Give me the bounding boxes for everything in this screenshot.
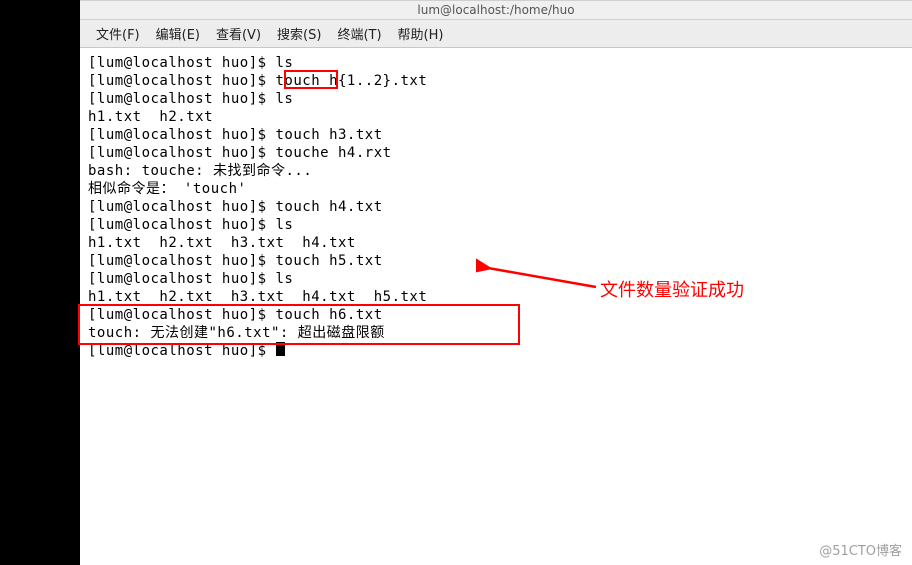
terminal-body[interactable]: [lum@localhost huo]$ ls [lum@localhost h… xyxy=(80,48,912,565)
terminal-line: [lum@localhost huo]$ touch h3.txt xyxy=(88,126,912,144)
menu-help[interactable]: 帮助(H) xyxy=(390,24,452,43)
terminal-line: [lum@localhost huo]$ touch h6.txt xyxy=(88,306,912,324)
terminal-line: touch: 无法创建"h6.txt": 超出磁盘限额 xyxy=(88,324,912,342)
window-title: lum@localhost:/home/huo xyxy=(417,3,574,17)
terminal-line: [lum@localhost huo]$ touch h4.txt xyxy=(88,198,912,216)
terminal-line: [lum@localhost huo]$ ls xyxy=(88,216,912,234)
menu-search[interactable]: 搜索(S) xyxy=(269,24,329,43)
prompt: [lum@localhost huo]$ xyxy=(88,343,276,359)
terminal-cursor xyxy=(276,342,285,356)
menu-file[interactable]: 文件(F) xyxy=(88,24,148,43)
terminal-line: [lum@localhost huo]$ ls xyxy=(88,270,912,288)
window-titlebar: lum@localhost:/home/huo xyxy=(80,0,912,20)
terminal-line: [lum@localhost huo]$ touche h4.rxt xyxy=(88,144,912,162)
menu-edit[interactable]: 编辑(E) xyxy=(148,24,208,43)
terminal-line: h1.txt h2.txt xyxy=(88,108,912,126)
terminal-line: h1.txt h2.txt h3.txt h4.txt h5.txt xyxy=(88,288,912,306)
terminal-line: 相似命令是： 'touch' xyxy=(88,180,912,198)
menu-terminal[interactable]: 终端(T) xyxy=(329,24,389,43)
terminal-line: [lum@localhost huo]$ ls xyxy=(88,54,912,72)
menu-view[interactable]: 查看(V) xyxy=(208,24,269,43)
terminal-line: [lum@localhost huo]$ ls xyxy=(88,90,912,108)
left-black-sidebar xyxy=(0,0,80,565)
annotation-success-text: 文件数量验证成功 xyxy=(600,276,744,302)
terminal-line: [lum@localhost huo]$ touch h5.txt xyxy=(88,252,912,270)
terminal-line: h1.txt h2.txt h3.txt h4.txt xyxy=(88,234,912,252)
menubar: 文件(F) 编辑(E) 查看(V) 搜索(S) 终端(T) 帮助(H) xyxy=(80,20,912,48)
terminal-line: [lum@localhost huo]$ xyxy=(88,342,912,360)
app-root: lum@localhost:/home/huo 文件(F) 编辑(E) 查看(V… xyxy=(0,0,912,565)
terminal-line: bash: touche: 未找到命令... xyxy=(88,162,912,180)
watermark: @51CTO博客 xyxy=(819,540,902,559)
terminal-line: [lum@localhost huo]$ touch h{1..2}.txt xyxy=(88,72,912,90)
terminal-window: lum@localhost:/home/huo 文件(F) 编辑(E) 查看(V… xyxy=(80,0,912,565)
